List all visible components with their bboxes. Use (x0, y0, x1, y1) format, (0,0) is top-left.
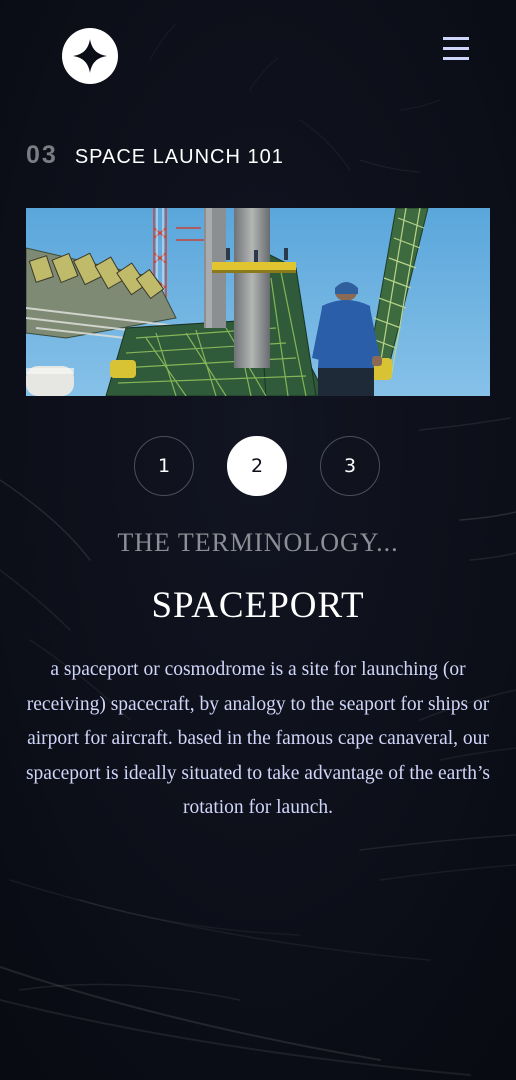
logo-star-icon[interactable] (62, 28, 118, 84)
menu-bar-line (443, 47, 469, 50)
page-button-2[interactable]: 2 (227, 436, 287, 496)
term-name: SPACEPORT (151, 585, 365, 626)
launch-vehicle-photo (26, 208, 490, 396)
section-title: SPACE LAUNCH 101 (74, 146, 284, 168)
page-button-3[interactable]: 3 (320, 436, 380, 496)
section-heading: 03 SPACE LAUNCH 101 (26, 141, 284, 170)
menu-bar-line (443, 57, 469, 60)
section-number: 03 (26, 141, 58, 169)
terminology-kicker: THE TERMINOLOGY... (117, 528, 399, 557)
pagination: 1 2 3 (0, 436, 516, 500)
page-button-1[interactable]: 1 (134, 436, 194, 496)
term-description: a spaceport or cosmodrome is a site for … (25, 659, 491, 818)
four-point-star-icon (73, 39, 107, 73)
launch-pad-photo (26, 208, 490, 396)
menu-bar-line (443, 37, 469, 40)
hamburger-menu-icon[interactable] (441, 36, 471, 62)
